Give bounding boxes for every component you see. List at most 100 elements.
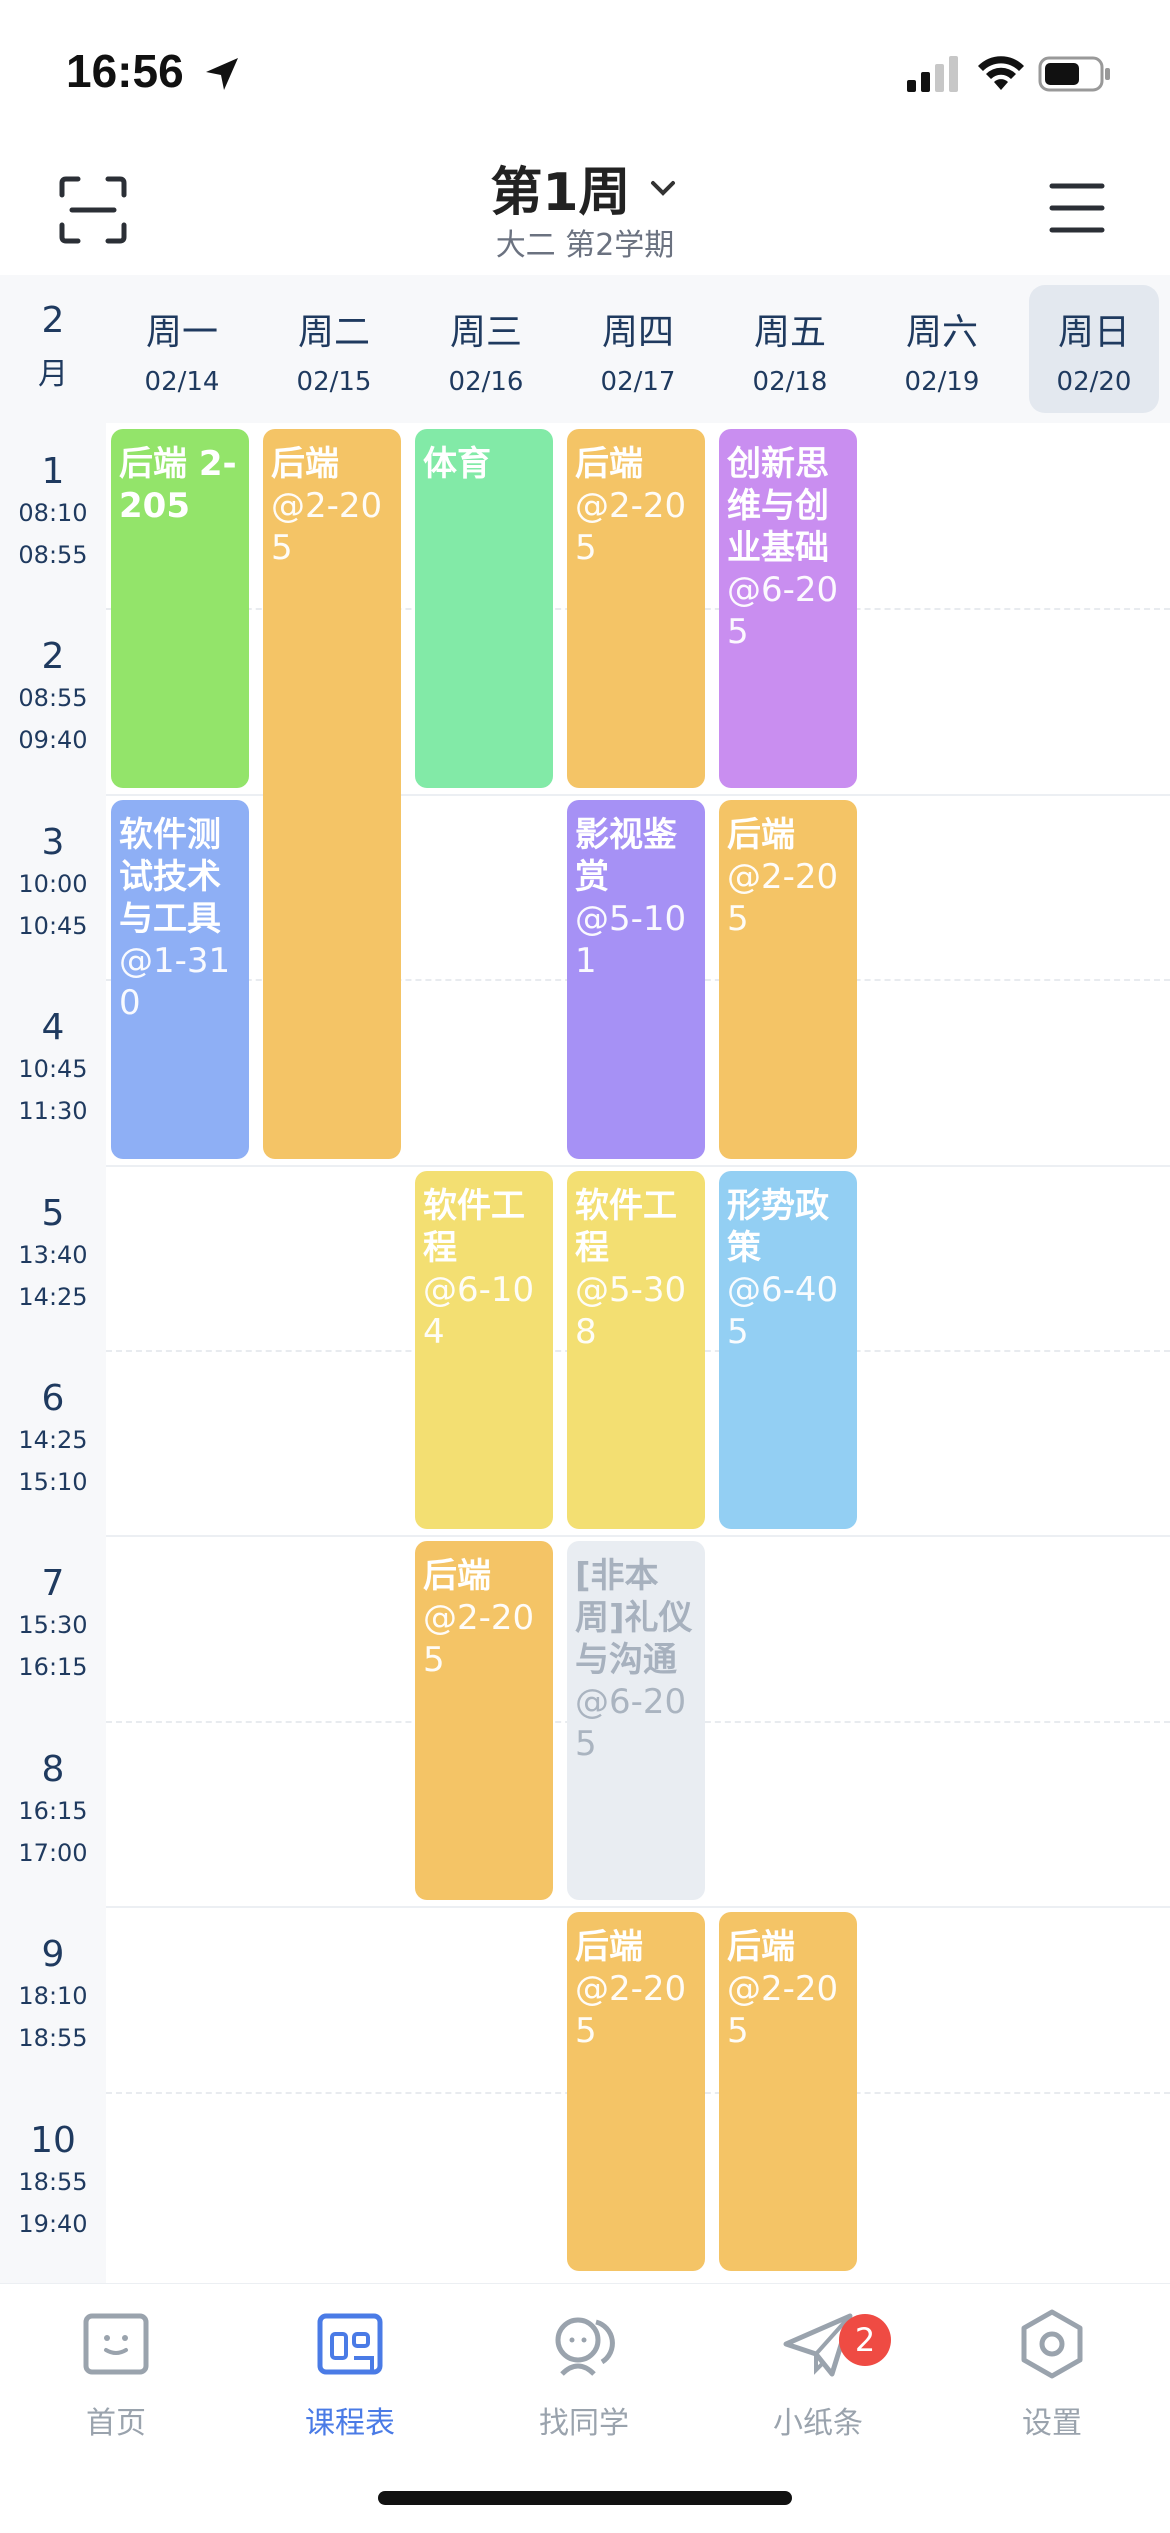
location-arrow-icon [206, 58, 238, 90]
course-card[interactable]: 形势政策 @6-405 [719, 1170, 857, 1530]
course-card[interactable]: 后端 @2-205 [263, 429, 401, 1159]
period-number: 10 [30, 2119, 76, 2161]
course-location: @2-205 [575, 486, 687, 568]
course-card[interactable]: 后端 @2-205 [719, 799, 857, 1159]
course-card[interactable]: 后端 @2-205 [567, 1912, 705, 2271]
day-name: 周日 [1057, 312, 1130, 353]
course-card[interactable]: [非本周]礼仪与沟通 @6-205 [567, 1541, 705, 1901]
period-start-time: 14:25 [18, 1426, 88, 1454]
day-column-header[interactable]: 周三 02/16 [421, 285, 551, 413]
course-location: @5-308 [575, 1269, 687, 1352]
tab-schedule[interactable]: 课程表 [250, 2304, 450, 2442]
course-card[interactable]: 体育 [415, 429, 553, 788]
day-name: 周三 [449, 312, 522, 353]
course-card[interactable]: 软件工程 @6-104 [415, 1170, 553, 1530]
course-name: 软件工程 [423, 1185, 525, 1268]
grid-line [106, 1906, 1170, 1909]
course-name: 后端 [727, 1927, 795, 1968]
course-location: @2-205 [575, 1969, 687, 2052]
tab-paper-plane[interactable]: 小纸条 2 [718, 2304, 918, 2442]
course-card[interactable]: 后端 2-205 [111, 429, 249, 788]
day-header: 2 月 周一 02/14 周二 02/15 周三 02/16 周四 02/17 周五 02/18 周… [0, 275, 1170, 423]
period-start-time: 15:30 [18, 1611, 88, 1640]
course-card[interactable]: 软件测试技术与工具 @1-310 [111, 799, 249, 1159]
course-name: 体育 [423, 444, 491, 484]
day-date: 02/17 [600, 367, 676, 397]
period-number: 8 [41, 1748, 65, 1790]
period-end-time: 11:30 [18, 1097, 88, 1126]
day-column-header[interactable]: 周二 02/15 [269, 285, 399, 413]
course-location: @6-205 [727, 570, 839, 652]
course-name: 后端 [575, 1927, 643, 1968]
period-slot: 9 18:10 18:55 [0, 1934, 106, 2059]
day-column-header[interactable]: 周五 02/18 [725, 285, 855, 413]
course-location: @5-101 [575, 898, 687, 981]
period-start-time: 10:00 [18, 869, 88, 898]
period-end-time: 16:15 [18, 1653, 88, 1682]
period-end-time: 19:40 [18, 2209, 88, 2238]
course-card[interactable]: 影视鉴赏 @5-101 [567, 799, 705, 1159]
period-slot: 6 14:25 15:10 [0, 1378, 106, 1503]
day-name: 周一 [145, 312, 218, 353]
course-card[interactable]: 后端 @2-205 [567, 429, 705, 788]
week-selector[interactable]: 第1周 [0, 150, 1170, 225]
tab-label: 找同学 [539, 2406, 629, 2441]
schedule-icon [317, 2313, 383, 2375]
course-name: 形势政策 [727, 1185, 829, 1268]
day-column-header[interactable]: 周六 02/19 [877, 285, 1007, 413]
period-end-time: 14:25 [18, 1282, 88, 1311]
day-column-header[interactable]: 周一 02/14 [117, 285, 247, 413]
course-name: 后端 [575, 444, 643, 484]
course-card[interactable]: 软件工程 @5-308 [567, 1170, 705, 1530]
day-column-header[interactable]: 周日 02/20 [1029, 285, 1159, 413]
tab-settings-hexagon[interactable]: 设置 [952, 2304, 1152, 2442]
week-title: 第1周 [490, 163, 631, 223]
period-slot: 4 10:45 11:30 [0, 1007, 106, 1132]
day-date: 02/14 [144, 367, 220, 397]
period-start-time: 16:15 [18, 1796, 88, 1825]
grid-line [106, 1535, 1170, 1538]
course-name: 创新思维与创业基础 [727, 444, 829, 568]
day-name: 周六 [905, 312, 978, 353]
tab-label: 设置 [1022, 2406, 1082, 2441]
period-slot: 7 15:30 16:15 [0, 1563, 106, 1688]
course-name: 后端 [423, 1556, 491, 1597]
period-end-time: 08:55 [18, 541, 88, 569]
month-label: 2 月 [0, 300, 106, 393]
battery-icon [1038, 56, 1110, 92]
home-face-icon [83, 2313, 149, 2375]
grid-line [106, 1164, 1170, 1167]
course-name: 后端 [271, 444, 339, 484]
day-date: 02/15 [296, 367, 372, 397]
period-slot: 5 13:40 14:25 [0, 1193, 106, 1318]
menu-icon[interactable] [1048, 180, 1106, 236]
course-name: [非本周]礼仪与沟通 [575, 1556, 693, 1681]
settings-hexagon-icon [1021, 2309, 1083, 2379]
period-slot: 3 10:00 10:45 [0, 822, 106, 947]
period-start-time: 08:10 [18, 499, 88, 527]
period-slot: 8 16:15 17:00 [0, 1749, 106, 1874]
semester-subtitle: 大二 第2学期 [495, 228, 675, 263]
tab-home-face[interactable]: 首页 [16, 2304, 216, 2442]
day-date: 02/16 [448, 367, 524, 397]
course-card[interactable]: 后端 @2-205 [415, 1541, 553, 1901]
course-location: @6-104 [423, 1269, 535, 1352]
tab-label: 首页 [86, 2406, 146, 2441]
day-name: 周四 [601, 312, 674, 353]
period-start-time: 18:55 [18, 2167, 88, 2196]
month-number: 2 [41, 300, 65, 341]
period-number: 1 [41, 451, 65, 492]
course-location: @1-310 [119, 940, 231, 1023]
tab-label: 课程表 [305, 2406, 395, 2441]
status-bar: 16:56 [0, 0, 1170, 150]
period-number: 7 [41, 1563, 65, 1605]
period-number: 2 [41, 636, 65, 678]
period-number: 9 [41, 1934, 65, 1976]
day-column-header[interactable]: 周四 02/17 [573, 285, 703, 413]
course-card[interactable]: 创新思维与创业基础 @6-205 [719, 429, 857, 788]
course-name: 后端 [727, 814, 795, 855]
tab-classmates[interactable]: 找同学 [484, 2304, 684, 2442]
period-number: 5 [41, 1192, 65, 1234]
course-card[interactable]: 后端 @2-205 [719, 1912, 857, 2271]
cellular-signal-icon [907, 56, 958, 92]
